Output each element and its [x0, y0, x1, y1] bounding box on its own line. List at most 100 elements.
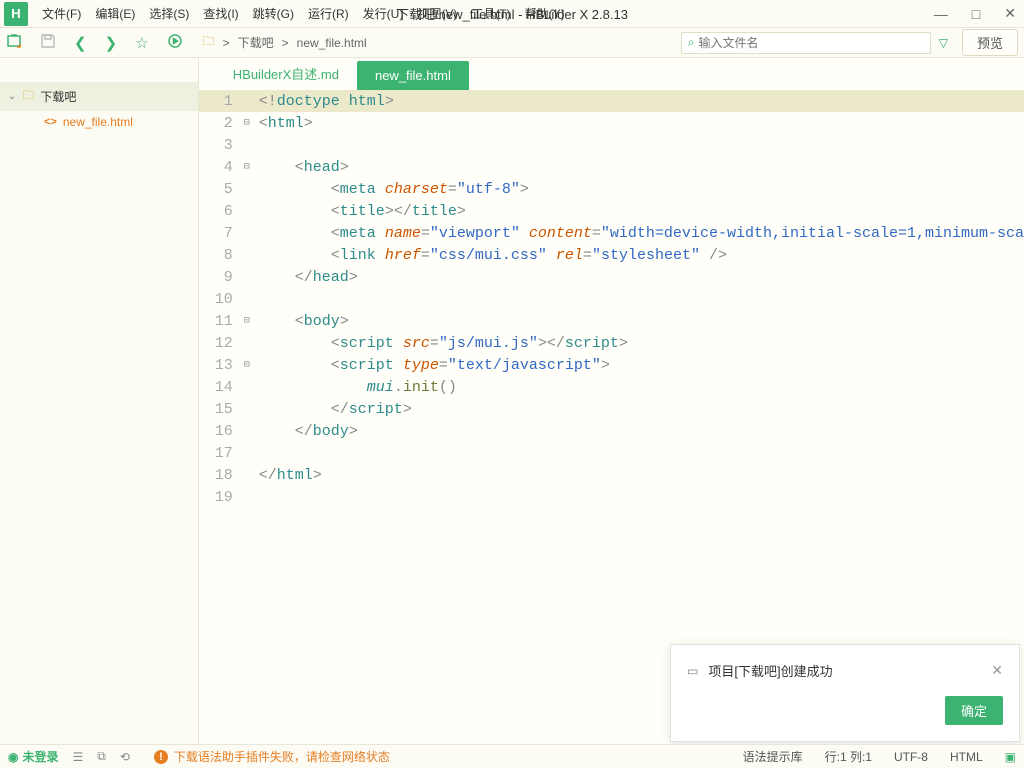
line-number: 8 [199, 247, 239, 264]
editor-tabs: HBuilderX自述.md new_file.html [199, 58, 1024, 90]
toast-close-icon[interactable]: ✕ [991, 662, 1003, 679]
maximize-icon[interactable]: □ [972, 6, 980, 22]
code-line[interactable]: 8 <link href="css/mui.css" rel="styleshe… [199, 244, 1024, 266]
title-bar: H 文件(F)编辑(E)选择(S)查找(I)跳转(G)运行(R)发行(U)视图(… [0, 0, 1024, 28]
run-icon[interactable] [167, 33, 183, 53]
code-line[interactable]: 14 mui.init() [199, 376, 1024, 398]
line-number: 11 [199, 313, 239, 330]
line-number: 1 [199, 93, 239, 110]
line-number: 16 [199, 423, 239, 440]
tree-root-label: 下载吧 [40, 88, 76, 105]
code-line[interactable]: 18</html> [199, 464, 1024, 486]
cursor-position[interactable]: 行:1 列:1 [825, 748, 872, 765]
code-line[interactable]: 1 <!doctype html> [199, 90, 1024, 112]
code-text[interactable]: </script> [255, 401, 412, 418]
tree-icon[interactable]: ⧉ [97, 749, 106, 764]
folder-icon: 🗀 [203, 32, 215, 53]
tab-readme[interactable]: HBuilderX自述.md [215, 57, 357, 90]
menu-item[interactable]: 跳转(G) [247, 1, 300, 26]
code-line[interactable]: 15 </script> [199, 398, 1024, 420]
list-icon[interactable]: ☰ [73, 750, 84, 764]
code-text[interactable]: <head> [255, 159, 349, 176]
fold-icon[interactable]: ⊟ [239, 117, 255, 129]
status-bar: ◉未登录 ☰ ⧉ ⟲ !下载语法助手插件失败，请检查网络状态 语法提示库 行:1… [0, 744, 1024, 768]
preview-button[interactable]: 预览 [962, 29, 1018, 56]
menu-item[interactable]: 编辑(E) [89, 1, 141, 26]
message-icon: ▭ [687, 664, 698, 678]
tree-root[interactable]: ⌄ 🗀 下载吧 [0, 82, 198, 111]
menu-item[interactable]: 运行(R) [302, 1, 355, 26]
code-line[interactable]: 17 [199, 442, 1024, 464]
code-line[interactable]: 3 [199, 134, 1024, 156]
line-number: 15 [199, 401, 239, 418]
code-line[interactable]: 5 <meta charset="utf-8"> [199, 178, 1024, 200]
code-line[interactable]: 9 </head> [199, 266, 1024, 288]
code-text[interactable]: <script src="js/mui.js"></script> [255, 335, 628, 352]
filter-icon[interactable]: ▽ [939, 36, 948, 50]
new-project-icon[interactable] [6, 33, 22, 53]
code-line[interactable]: 7 <meta name="viewport" content="width=d… [199, 222, 1024, 244]
line-number: 7 [199, 225, 239, 242]
code-text[interactable]: <!doctype html> [255, 93, 394, 110]
code-line[interactable]: 6 <title></title> [199, 200, 1024, 222]
fold-icon[interactable]: ⊟ [239, 161, 255, 173]
line-number: 10 [199, 291, 239, 308]
code-text[interactable]: <meta charset="utf-8"> [255, 181, 529, 198]
code-text[interactable]: <title></title> [255, 203, 466, 220]
tab-newfile[interactable]: new_file.html [357, 61, 469, 90]
search-input[interactable] [698, 36, 923, 50]
menu-item[interactable]: 文件(F) [36, 1, 87, 26]
code-text[interactable]: <html> [255, 115, 313, 132]
code-line[interactable]: 19 [199, 486, 1024, 508]
close-icon[interactable]: ✕ [1004, 5, 1016, 22]
back-icon[interactable]: ❮ [74, 34, 87, 52]
sync-icon[interactable]: ⟲ [120, 750, 130, 764]
fold-icon[interactable]: ⊟ [239, 315, 255, 327]
code-text[interactable]: </html> [255, 467, 322, 484]
code-text[interactable]: </body> [255, 423, 358, 440]
code-text[interactable]: <meta name="viewport" content="width=dev… [255, 225, 1024, 242]
code-text[interactable]: <body> [255, 313, 349, 330]
menu-item[interactable]: 查找(I) [197, 1, 244, 26]
tree-file-label: new_file.html [63, 115, 133, 129]
menu-item[interactable]: 选择(S) [143, 1, 195, 26]
forward-icon[interactable]: ❯ [105, 34, 118, 52]
line-number: 17 [199, 445, 239, 462]
code-text[interactable]: <script type="text/javascript"> [255, 357, 610, 374]
code-line[interactable]: 16 </body> [199, 420, 1024, 442]
code-text[interactable]: <link href="css/mui.css" rel="stylesheet… [255, 247, 727, 264]
code-text[interactable]: mui.init() [255, 379, 457, 396]
code-line[interactable]: 13⊟ <script type="text/javascript"> [199, 354, 1024, 376]
code-line[interactable]: 12 <script src="js/mui.js"></script> [199, 332, 1024, 354]
line-number: 2 [199, 115, 239, 132]
line-number: 3 [199, 137, 239, 154]
status-error[interactable]: !下载语法助手插件失败，请检查网络状态 [154, 748, 390, 765]
line-number: 4 [199, 159, 239, 176]
code-line[interactable]: 4⊟ <head> [199, 156, 1024, 178]
breadcrumb-file[interactable]: new_file.html [297, 36, 367, 50]
line-number: 9 [199, 269, 239, 286]
minimize-icon[interactable]: — [934, 6, 948, 22]
star-icon[interactable]: ☆ [135, 34, 148, 52]
syntax-hint[interactable]: 语法提示库 [743, 748, 803, 765]
error-icon: ! [154, 750, 168, 764]
toast-ok-button[interactable]: 确定 [945, 696, 1003, 725]
code-line[interactable]: 10 [199, 288, 1024, 310]
breadcrumb-folder[interactable]: 下载吧 [238, 34, 274, 51]
terminal-icon[interactable]: ▣ [1005, 750, 1016, 764]
editor-area: HBuilderX自述.md new_file.html 1 <!doctype … [199, 58, 1024, 744]
toast-message: 项目[下载吧]创建成功 [708, 661, 981, 680]
code-line[interactable]: 2⊟<html> [199, 112, 1024, 134]
code-line[interactable]: 11⊟ <body> [199, 310, 1024, 332]
line-number: 14 [199, 379, 239, 396]
code-text[interactable]: </head> [255, 269, 358, 286]
search-box[interactable]: ⌕ [681, 32, 931, 54]
user-status[interactable]: ◉未登录 [8, 748, 59, 765]
app-logo: H [4, 2, 28, 26]
save-icon[interactable] [40, 33, 56, 53]
encoding[interactable]: UTF-8 [894, 750, 928, 764]
breadcrumb[interactable]: 🗀 > 下载吧 > new_file.html [203, 32, 367, 53]
language-mode[interactable]: HTML [950, 750, 983, 764]
fold-icon[interactable]: ⊟ [239, 359, 255, 371]
tree-file[interactable]: <> new_file.html [0, 111, 198, 133]
